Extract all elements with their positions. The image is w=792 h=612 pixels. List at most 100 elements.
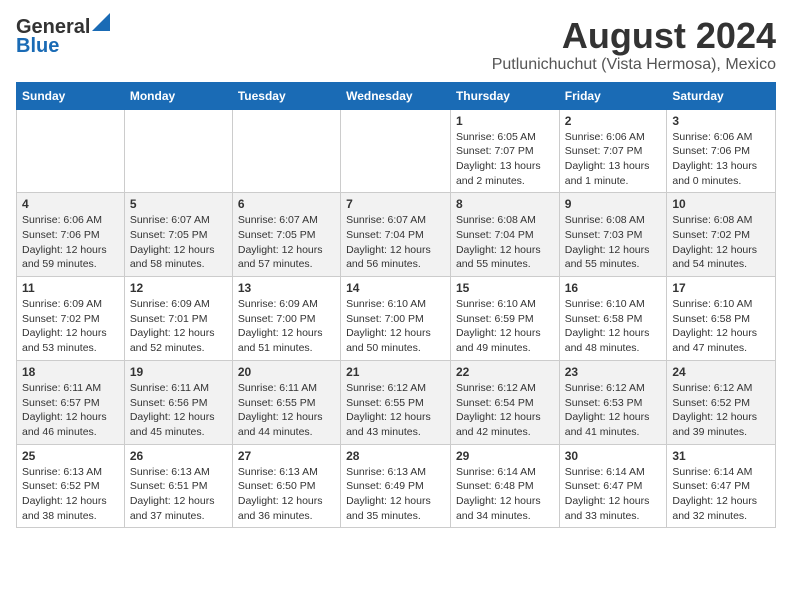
calendar-week-row: 25 Sunrise: 6:13 AM Sunset: 6:52 PM Dayli… <box>17 444 776 528</box>
day-info: Sunrise: 6:09 AM Sunset: 7:01 PM Dayligh… <box>130 297 227 356</box>
calendar-cell: 5 Sunrise: 6:07 AM Sunset: 7:05 PM Daylig… <box>124 193 232 277</box>
day-info: Sunrise: 6:12 AM Sunset: 6:55 PM Dayligh… <box>346 381 445 440</box>
calendar-week-row: 18 Sunrise: 6:11 AM Sunset: 6:57 PM Dayli… <box>17 360 776 444</box>
day-number: 20 <box>238 365 335 379</box>
day-number: 30 <box>565 449 662 463</box>
day-info: Sunrise: 6:13 AM Sunset: 6:51 PM Dayligh… <box>130 465 227 524</box>
day-info: Sunrise: 6:12 AM Sunset: 6:54 PM Dayligh… <box>456 381 554 440</box>
day-info: Sunrise: 6:07 AM Sunset: 7:05 PM Dayligh… <box>130 213 227 272</box>
day-number: 10 <box>672 197 770 211</box>
calendar-cell: 29 Sunrise: 6:14 AM Sunset: 6:48 PM Dayli… <box>450 444 559 528</box>
calendar-header-row: SundayMondayTuesdayWednesdayThursdayFrid… <box>17 82 776 109</box>
day-number: 28 <box>346 449 445 463</box>
day-number: 12 <box>130 281 227 295</box>
day-number: 31 <box>672 449 770 463</box>
day-info: Sunrise: 6:13 AM Sunset: 6:49 PM Dayligh… <box>346 465 445 524</box>
calendar-cell: 10 Sunrise: 6:08 AM Sunset: 7:02 PM Dayli… <box>667 193 776 277</box>
calendar-cell: 31 Sunrise: 6:14 AM Sunset: 6:47 PM Dayli… <box>667 444 776 528</box>
calendar-cell: 1Sunrise: 6:05 AM Sunset: 7:07 PM Daylig… <box>450 109 559 193</box>
logo-triangle-icon <box>92 13 110 31</box>
day-info: Sunrise: 6:11 AM Sunset: 6:57 PM Dayligh… <box>22 381 119 440</box>
calendar-cell: 30Sunrise: 6:14 AM Sunset: 6:47 PM Dayli… <box>559 444 667 528</box>
day-number: 17 <box>672 281 770 295</box>
day-number: 6 <box>238 197 335 211</box>
calendar-cell: 28 Sunrise: 6:13 AM Sunset: 6:49 PM Dayli… <box>341 444 451 528</box>
day-info: Sunrise: 6:10 AM Sunset: 6:58 PM Dayligh… <box>672 297 770 356</box>
day-number: 2 <box>565 114 662 128</box>
day-number: 22 <box>456 365 554 379</box>
day-info: Sunrise: 6:08 AM Sunset: 7:04 PM Dayligh… <box>456 213 554 272</box>
day-number: 26 <box>130 449 227 463</box>
day-header-wednesday: Wednesday <box>341 82 451 109</box>
day-info: Sunrise: 6:14 AM Sunset: 6:48 PM Dayligh… <box>456 465 554 524</box>
day-number: 13 <box>238 281 335 295</box>
calendar-cell: 15 Sunrise: 6:10 AM Sunset: 6:59 PM Dayli… <box>450 277 559 361</box>
day-header-thursday: Thursday <box>450 82 559 109</box>
subtitle: Putlunichuchut (Vista Hermosa), Mexico <box>492 56 776 74</box>
day-number: 14 <box>346 281 445 295</box>
calendar-cell: 20 Sunrise: 6:11 AM Sunset: 6:55 PM Dayli… <box>232 360 340 444</box>
calendar-cell <box>124 109 232 193</box>
calendar-table: SundayMondayTuesdayWednesdayThursdayFrid… <box>16 82 776 529</box>
day-info: Sunrise: 6:14 AM Sunset: 6:47 PM Dayligh… <box>672 465 770 524</box>
calendar-cell: 24Sunrise: 6:12 AM Sunset: 6:52 PM Dayli… <box>667 360 776 444</box>
day-info: Sunrise: 6:07 AM Sunset: 7:05 PM Dayligh… <box>238 213 335 272</box>
day-number: 18 <box>22 365 119 379</box>
day-info: Sunrise: 6:13 AM Sunset: 6:52 PM Dayligh… <box>22 465 119 524</box>
calendar-cell: 21 Sunrise: 6:12 AM Sunset: 6:55 PM Dayli… <box>341 360 451 444</box>
day-info: Sunrise: 6:08 AM Sunset: 7:02 PM Dayligh… <box>672 213 770 272</box>
calendar-cell: 25 Sunrise: 6:13 AM Sunset: 6:52 PM Dayli… <box>17 444 125 528</box>
day-number: 7 <box>346 197 445 211</box>
day-info: Sunrise: 6:07 AM Sunset: 7:04 PM Dayligh… <box>346 213 445 272</box>
main-title: August 2024 <box>492 16 776 56</box>
day-number: 4 <box>22 197 119 211</box>
logo-blue: Blue <box>16 35 59 58</box>
day-number: 15 <box>456 281 554 295</box>
calendar-cell: 2 Sunrise: 6:06 AM Sunset: 7:07 PM Daylig… <box>559 109 667 193</box>
calendar-week-row: 11Sunrise: 6:09 AM Sunset: 7:02 PM Dayli… <box>17 277 776 361</box>
day-info: Sunrise: 6:11 AM Sunset: 6:55 PM Dayligh… <box>238 381 335 440</box>
calendar-cell: 27 Sunrise: 6:13 AM Sunset: 6:50 PM Dayli… <box>232 444 340 528</box>
calendar-cell: 6 Sunrise: 6:07 AM Sunset: 7:05 PM Daylig… <box>232 193 340 277</box>
day-number: 27 <box>238 449 335 463</box>
day-number: 16 <box>565 281 662 295</box>
day-number: 8 <box>456 197 554 211</box>
calendar-week-row: 1Sunrise: 6:05 AM Sunset: 7:07 PM Daylig… <box>17 109 776 193</box>
day-info: Sunrise: 6:13 AM Sunset: 6:50 PM Dayligh… <box>238 465 335 524</box>
day-number: 9 <box>565 197 662 211</box>
day-info: Sunrise: 6:09 AM Sunset: 7:00 PM Dayligh… <box>238 297 335 356</box>
day-info: Sunrise: 6:12 AM Sunset: 6:52 PM Dayligh… <box>672 381 770 440</box>
calendar-cell: 11Sunrise: 6:09 AM Sunset: 7:02 PM Dayli… <box>17 277 125 361</box>
day-header-sunday: Sunday <box>17 82 125 109</box>
calendar-cell: 7 Sunrise: 6:07 AM Sunset: 7:04 PM Daylig… <box>341 193 451 277</box>
day-info: Sunrise: 6:10 AM Sunset: 6:59 PM Dayligh… <box>456 297 554 356</box>
day-number: 25 <box>22 449 119 463</box>
calendar-cell: 4 Sunrise: 6:06 AM Sunset: 7:06 PM Daylig… <box>17 193 125 277</box>
title-block: August 2024 Putlunichuchut (Vista Hermos… <box>492 16 776 74</box>
calendar-cell: 3Sunrise: 6:06 AM Sunset: 7:06 PM Daylig… <box>667 109 776 193</box>
logo: General Blue <box>16 16 110 58</box>
calendar-cell: 23Sunrise: 6:12 AM Sunset: 6:53 PM Dayli… <box>559 360 667 444</box>
day-info: Sunrise: 6:06 AM Sunset: 7:07 PM Dayligh… <box>565 130 662 189</box>
calendar-cell: 22 Sunrise: 6:12 AM Sunset: 6:54 PM Dayli… <box>450 360 559 444</box>
day-header-friday: Friday <box>559 82 667 109</box>
day-number: 23 <box>565 365 662 379</box>
calendar-cell <box>341 109 451 193</box>
calendar-cell: 19Sunrise: 6:11 AM Sunset: 6:56 PM Dayli… <box>124 360 232 444</box>
calendar-cell <box>232 109 340 193</box>
day-info: Sunrise: 6:10 AM Sunset: 7:00 PM Dayligh… <box>346 297 445 356</box>
day-header-saturday: Saturday <box>667 82 776 109</box>
day-info: Sunrise: 6:10 AM Sunset: 6:58 PM Dayligh… <box>565 297 662 356</box>
day-number: 19 <box>130 365 227 379</box>
day-number: 21 <box>346 365 445 379</box>
day-info: Sunrise: 6:06 AM Sunset: 7:06 PM Dayligh… <box>22 213 119 272</box>
calendar-week-row: 4 Sunrise: 6:06 AM Sunset: 7:06 PM Daylig… <box>17 193 776 277</box>
day-number: 11 <box>22 281 119 295</box>
calendar-cell: 18 Sunrise: 6:11 AM Sunset: 6:57 PM Dayli… <box>17 360 125 444</box>
calendar-cell: 14 Sunrise: 6:10 AM Sunset: 7:00 PM Dayli… <box>341 277 451 361</box>
day-number: 5 <box>130 197 227 211</box>
day-number: 29 <box>456 449 554 463</box>
day-number: 3 <box>672 114 770 128</box>
calendar-cell: 17 Sunrise: 6:10 AM Sunset: 6:58 PM Dayli… <box>667 277 776 361</box>
day-info: Sunrise: 6:08 AM Sunset: 7:03 PM Dayligh… <box>565 213 662 272</box>
